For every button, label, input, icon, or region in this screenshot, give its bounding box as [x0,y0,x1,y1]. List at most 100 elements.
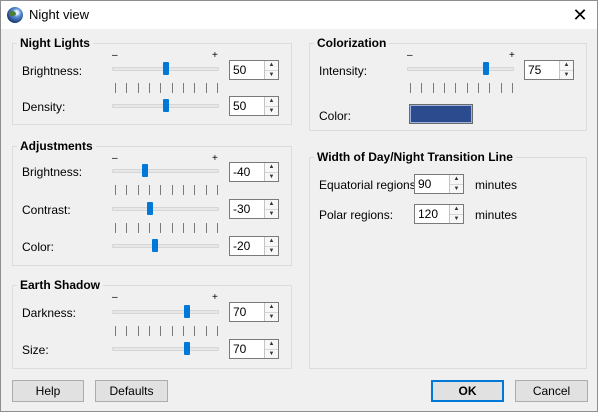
adj-brightness-ticks [115,185,218,195]
spin-up-icon[interactable]: ▲ [560,61,573,71]
nl-density-spinbox[interactable]: 50 ▲ ▼ [229,96,279,116]
colorization-color-label: Color: [319,109,352,123]
slider-tick [217,185,218,195]
adj-color-label: Color: [22,240,55,254]
equatorial-spinbox[interactable]: 90 ▲ ▼ [414,174,464,194]
slider-tick [160,223,161,233]
slider-tick [217,326,218,336]
es-darkness-slider-thumb[interactable] [184,305,190,318]
slider-tick [172,185,173,195]
polar-value[interactable]: 120 [415,205,449,223]
intensity-slider-track[interactable] [407,67,514,71]
slider-tick [149,223,150,233]
equatorial-label: Equatorial regions: [319,178,420,192]
minus-sign: – [112,292,118,303]
slider-tick [194,185,195,195]
slider-tick [217,83,218,93]
slider-tick [183,326,184,336]
spin-down-icon[interactable]: ▼ [560,70,573,79]
intensity-value[interactable]: 75 [525,61,559,79]
slider-tick [489,83,490,93]
slider-tick [206,223,207,233]
adj-color-spinbox[interactable]: -20 ▲ ▼ [229,236,279,256]
spin-down-icon[interactable]: ▼ [265,172,278,181]
adj-contrast-spinbox[interactable]: -30 ▲ ▼ [229,199,279,219]
nl-density-value[interactable]: 50 [230,97,264,115]
adj-contrast-value[interactable]: -30 [230,200,264,218]
spin-down-icon[interactable]: ▼ [265,349,278,358]
adj-color-slider-track[interactable] [112,244,219,248]
equatorial-value[interactable]: 90 [415,175,449,193]
adj-contrast-slider-track[interactable] [112,207,219,211]
plus-sign: + [212,153,218,164]
ok-button[interactable]: OK [431,380,504,402]
es-darkness-spinbox[interactable]: 70 ▲ ▼ [229,302,279,322]
close-button[interactable]: ✕ [563,1,597,29]
spin-down-icon[interactable]: ▼ [450,214,463,223]
earth-shadow-title: Earth Shadow [17,278,104,292]
spin-down-icon[interactable]: ▼ [265,106,278,115]
adjustments-title: Adjustments [17,139,96,153]
defaults-button[interactable]: Defaults [95,380,168,402]
slider-tick [194,223,195,233]
es-darkness-value[interactable]: 70 [230,303,264,321]
nl-brightness-ticks [115,83,218,93]
nl-density-label: Density: [22,100,66,114]
spin-up-icon[interactable]: ▲ [265,340,278,350]
slider-tick [126,83,127,93]
spin-up-icon[interactable]: ▲ [450,205,463,215]
help-button[interactable]: Help [12,380,84,402]
spin-up-icon[interactable]: ▲ [265,200,278,210]
color-swatch-button[interactable] [409,104,473,124]
spin-down-icon[interactable]: ▼ [265,70,278,79]
es-size-slider-thumb[interactable] [184,342,190,355]
spin-up-icon[interactable]: ▲ [265,97,278,107]
intensity-spinbox[interactable]: 75 ▲ ▼ [524,60,574,80]
es-darkness-slider-track[interactable] [112,310,219,314]
colorization-title: Colorization [314,36,390,50]
es-size-value[interactable]: 70 [230,340,264,358]
slider-tick [501,83,502,93]
nl-brightness-slider-thumb[interactable] [163,62,169,75]
cancel-button[interactable]: Cancel [515,380,588,402]
window-title: Night view [29,7,89,22]
slider-tick [172,83,173,93]
spin-up-icon[interactable]: ▲ [265,303,278,313]
spin-down-icon[interactable]: ▼ [265,209,278,218]
adj-brightness-slider-thumb[interactable] [142,164,148,177]
slider-tick [467,83,468,93]
nl-brightness-spinbox[interactable]: 50 ▲ ▼ [229,60,279,80]
slider-tick [149,83,150,93]
adj-brightness-value[interactable]: -40 [230,163,264,181]
slider-tick [138,83,139,93]
polar-spinbox[interactable]: 120 ▲ ▼ [414,204,464,224]
night-view-dialog: Night view ✕ Night Lights Brightness: – … [0,0,598,412]
slider-tick [138,326,139,336]
spin-down-icon[interactable]: ▼ [265,312,278,321]
slider-tick [126,185,127,195]
spin-up-icon[interactable]: ▲ [265,237,278,247]
nl-density-slider-thumb[interactable] [163,99,169,112]
slider-tick [149,326,150,336]
es-size-slider-track[interactable] [112,347,219,351]
adj-color-value[interactable]: -20 [230,237,264,255]
spin-up-icon[interactable]: ▲ [450,175,463,185]
spin-down-icon[interactable]: ▼ [265,246,278,255]
intensity-slider-thumb[interactable] [483,62,489,75]
slider-tick [433,83,434,93]
adj-brightness-spinbox[interactable]: -40 ▲ ▼ [229,162,279,182]
nl-brightness-value[interactable]: 50 [230,61,264,79]
adj-brightness-label: Brightness: [22,165,83,179]
slider-tick [206,83,207,93]
globe-icon [7,7,23,23]
es-size-spinbox[interactable]: 70 ▲ ▼ [229,339,279,359]
slider-tick [172,326,173,336]
spin-up-icon[interactable]: ▲ [265,61,278,71]
adj-brightness-slider-track[interactable] [112,169,219,173]
slider-tick [455,83,456,93]
adj-color-slider-thumb[interactable] [152,239,158,252]
adj-contrast-slider-thumb[interactable] [147,202,153,215]
polar-unit: minutes [475,208,518,222]
spin-down-icon[interactable]: ▼ [450,184,463,193]
spin-up-icon[interactable]: ▲ [265,163,278,173]
